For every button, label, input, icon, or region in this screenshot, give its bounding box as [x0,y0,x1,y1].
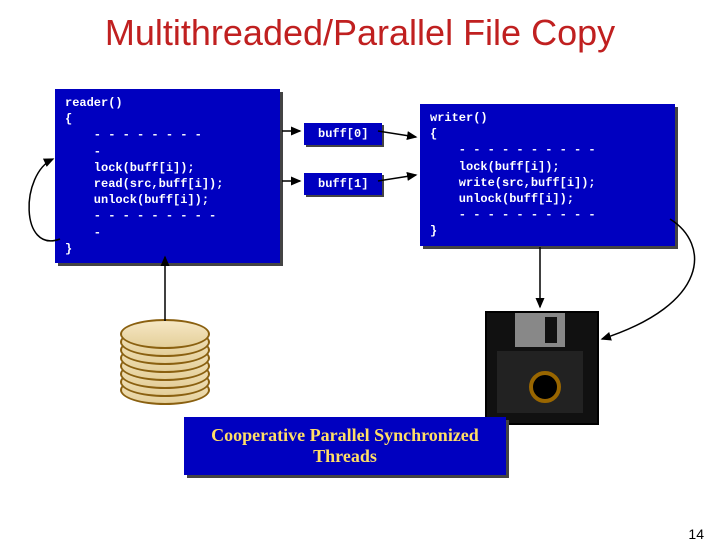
writer-code-box: writer() { - - - - - - - - - - lock(buff… [420,104,675,246]
buffer-0-box: buff[0] [304,123,382,145]
slide-title: Multithreaded/Parallel File Copy [0,12,720,54]
legend-box: Cooperative Parallel Synchronized Thread… [184,417,506,475]
floppy-disk-icon [485,311,599,425]
disk-platters-icon [120,319,210,409]
reader-code-box: reader() { - - - - - - - - - lock(buff[i… [55,89,280,263]
buffer-1-box: buff[1] [304,173,382,195]
diagram-canvas: reader() { - - - - - - - - - lock(buff[i… [0,79,720,499]
